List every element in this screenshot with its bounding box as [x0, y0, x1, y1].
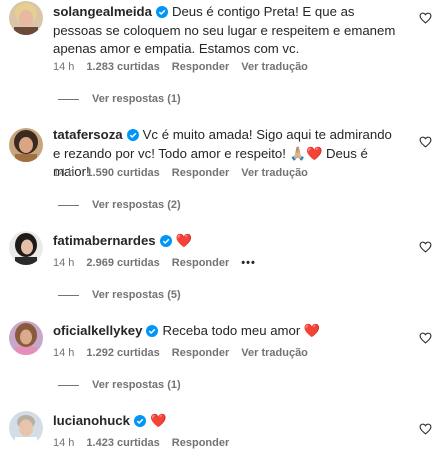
avatar[interactable]: [9, 231, 43, 265]
avatar[interactable]: [9, 321, 43, 355]
like-heart-icon[interactable]: [419, 423, 432, 435]
translate-button[interactable]: Ver tradução: [241, 61, 308, 73]
comment-text: fatimabernardes ❤️: [53, 232, 398, 251]
comment-meta: 14 h 1.423 curtidas Responder: [53, 437, 241, 449]
comment-meta: 14 h 1.292 curtidas Responder Ver tradução: [53, 347, 320, 359]
reply-button[interactable]: Responder: [172, 437, 229, 449]
timestamp: 14 h: [53, 437, 75, 449]
likes-count[interactable]: 1.423 curtidas: [86, 437, 159, 449]
like-heart-icon[interactable]: [419, 241, 432, 253]
username[interactable]: oficialkellykey: [53, 323, 142, 338]
divider: [58, 294, 79, 296]
divider: [58, 98, 79, 100]
like-heart-icon[interactable]: [419, 136, 432, 148]
more-horizontal-icon[interactable]: •••: [241, 257, 256, 269]
reply-button[interactable]: Responder: [172, 167, 229, 179]
view-replies-button[interactable]: Ver respostas (2): [58, 199, 181, 211]
comment-meta: 14 h 1.283 curtidas Responder Ver tradução: [53, 61, 320, 73]
timestamp: 14 h: [53, 61, 75, 73]
timestamp: 14 h: [53, 257, 75, 269]
verified-badge-icon: [126, 129, 139, 141]
comment-text: lucianohuck ❤️: [53, 412, 398, 431]
likes-count[interactable]: 2.969 curtidas: [86, 257, 159, 269]
comment-meta: 14 h 2.969 curtidas Responder •••: [53, 257, 268, 269]
verified-badge-icon: [146, 325, 159, 337]
username[interactable]: tatafersoza: [53, 127, 123, 142]
translate-button[interactable]: Ver tradução: [241, 347, 308, 359]
username[interactable]: lucianohuck: [53, 413, 130, 428]
divider: [58, 204, 79, 206]
view-replies-label: Ver respostas (5): [92, 289, 181, 301]
view-replies-button[interactable]: Ver respostas (1): [58, 93, 181, 105]
verified-badge-icon: [159, 235, 172, 247]
comment-text: oficialkellykey Receba todo meu amor ❤️: [53, 322, 398, 341]
verified-badge-icon: [155, 6, 168, 18]
username[interactable]: fatimabernardes: [53, 233, 156, 248]
view-replies-button[interactable]: Ver respostas (5): [58, 289, 181, 301]
avatar[interactable]: [9, 128, 43, 162]
username[interactable]: solangealmeida: [53, 4, 152, 19]
timestamp: 14 h: [53, 347, 75, 359]
likes-count[interactable]: 1.292 curtidas: [86, 347, 159, 359]
view-replies-label: Ver respostas (1): [92, 93, 181, 105]
comment-body: Receba todo meu amor ❤️: [162, 323, 321, 338]
reply-button[interactable]: Responder: [172, 257, 229, 269]
reply-button[interactable]: Responder: [172, 61, 229, 73]
timestamp: 14 h: [53, 167, 75, 179]
divider: [58, 384, 79, 386]
avatar[interactable]: [9, 411, 43, 445]
view-replies-label: Ver respostas (1): [92, 379, 181, 391]
reply-button[interactable]: Responder: [172, 347, 229, 359]
likes-count[interactable]: 1.283 curtidas: [86, 61, 159, 73]
like-heart-icon[interactable]: [419, 12, 432, 24]
likes-count[interactable]: 1.590 curtidas: [86, 167, 159, 179]
view-replies-button[interactable]: Ver respostas (1): [58, 379, 181, 391]
comment-body: ❤️: [149, 413, 167, 428]
avatar[interactable]: [9, 1, 43, 35]
comment-meta: 14 h 1.590 curtidas Responder Ver tradução: [53, 167, 320, 179]
comment-body: ❤️: [175, 233, 193, 248]
verified-badge-icon: [133, 415, 146, 427]
translate-button[interactable]: Ver tradução: [241, 167, 308, 179]
like-heart-icon[interactable]: [419, 332, 432, 344]
comment-text: solangealmeida Deus é contigo Preta! E qu…: [53, 3, 398, 59]
view-replies-label: Ver respostas (2): [92, 199, 181, 211]
